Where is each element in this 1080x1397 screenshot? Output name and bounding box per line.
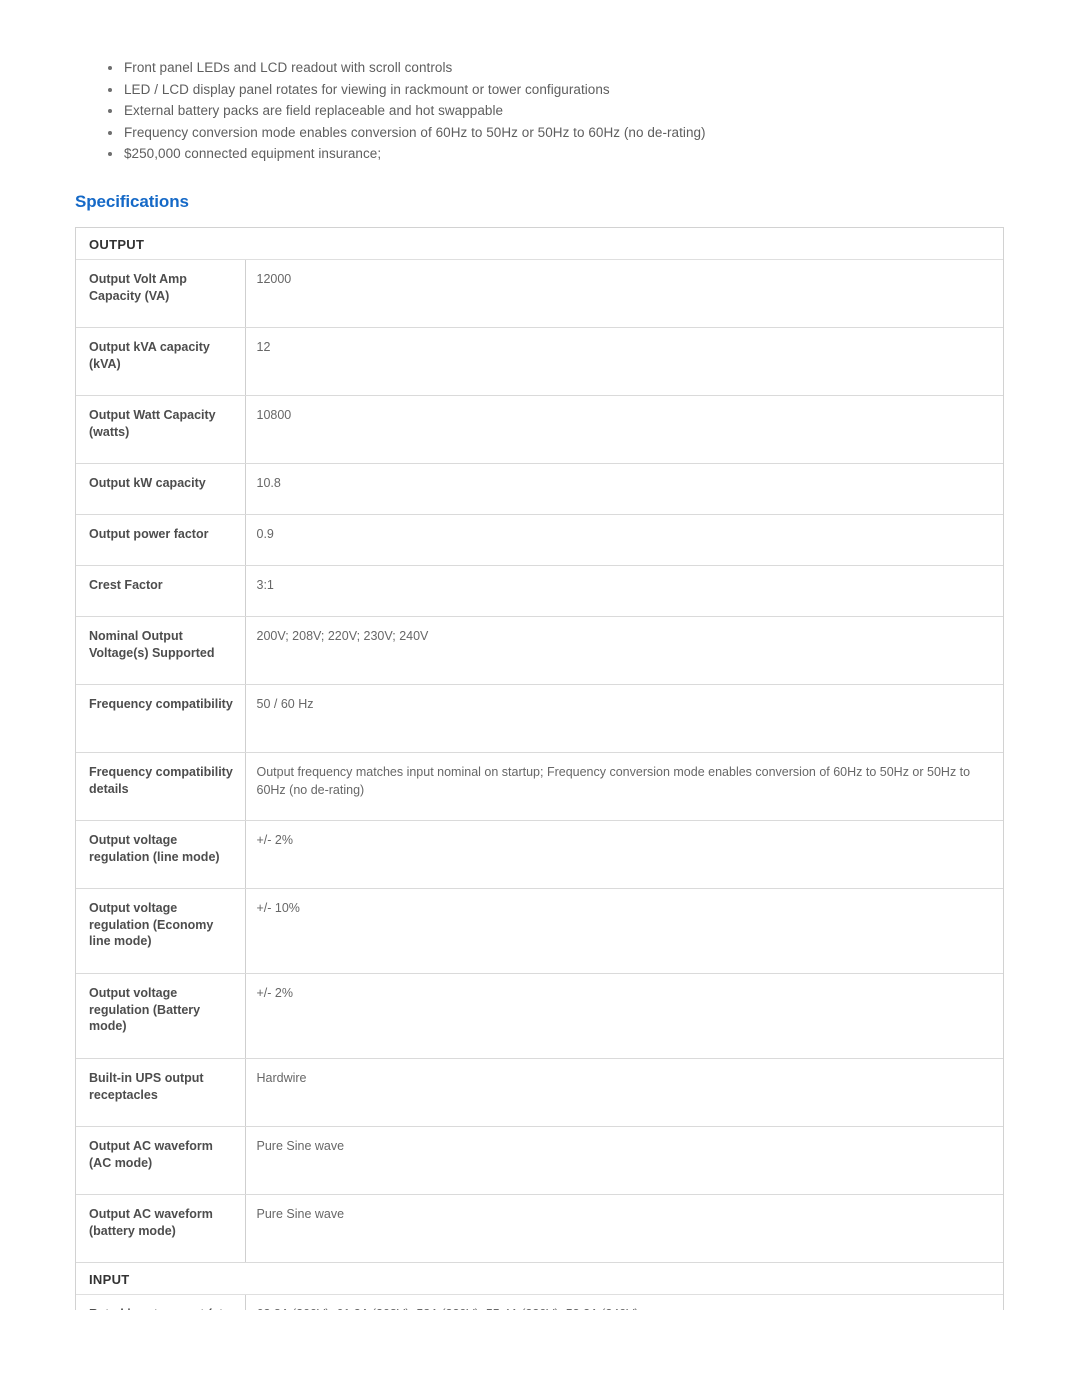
bullet-icon <box>108 152 112 157</box>
spec-label-cell: Output Volt Amp Capacity (VA) <box>76 259 246 328</box>
feature-item-label: Frequency conversion mode enables conver… <box>124 124 706 140</box>
spec-label-cell: Crest Factor <box>76 565 246 617</box>
spec-section-header-label: OUTPUT <box>76 228 1003 260</box>
table-row: Output AC waveform (AC mode) Pure Sine wa… <box>76 1126 1003 1195</box>
spec-label-cell: Output power factor <box>76 514 246 566</box>
spec-value-cell: 0.9 <box>245 514 1003 566</box>
table-row: Output power factor 0.9 <box>76 514 1003 566</box>
spec-value-cell: 200V; 208V; 220V; 230V; 240V <box>245 616 1003 685</box>
feature-bullet-list: Front panel LEDs and LCD readout with sc… <box>104 57 964 165</box>
spec-label-cell: Output voltage regulation (line mode) <box>76 820 246 889</box>
spec-value-cell: +/- 2% <box>245 820 1003 889</box>
table-row: Built-in UPS output receptacles Hardwire <box>76 1058 1003 1127</box>
spec-value-cell: Pure Sine wave <box>245 1194 1003 1263</box>
spec-value-cell: 50 / 60 Hz <box>245 684 1003 753</box>
page-title: Specifications <box>75 192 189 211</box>
spec-value-cell: Pure Sine wave <box>245 1126 1003 1195</box>
table-row: Crest Factor 3:1 <box>76 565 1003 617</box>
spec-value-cell: 3:1 <box>245 565 1003 617</box>
spec-value-cell: 10.8 <box>245 463 1003 515</box>
spec-value-cell: Hardwire <box>245 1058 1003 1127</box>
spec-value-cell: Output frequency matches input nominal o… <box>245 752 1003 821</box>
feature-item-label: $250,000 connected equipment insurance; <box>124 146 382 162</box>
spec-value-cell: 63.8A (200V), 61.2A (208V), 58A (220V), … <box>245 1294 1003 1310</box>
bullet-icon <box>108 87 112 92</box>
spec-label-cell: Output AC waveform (battery mode) <box>76 1194 246 1263</box>
spec-label-cell: Frequency compatibility <box>76 684 246 753</box>
document-page: Front panel LEDs and LCD readout with sc… <box>0 0 1080 1397</box>
spec-label-cell: Output Watt Capacity (watts) <box>76 395 246 464</box>
table-row: Output voltage regulation (Economy line … <box>76 888 1003 974</box>
table-row: Output AC waveform (battery mode) Pure Si… <box>76 1194 1003 1263</box>
spec-value-cell: 10800 <box>245 395 1003 464</box>
feature-item-label: LED / LCD display panel rotates for view… <box>124 81 610 97</box>
spec-label-cell: Rated input current (at maximum load) <box>76 1294 246 1310</box>
feature-item-label: Front panel LEDs and LCD readout with sc… <box>124 60 453 75</box>
bullet-icon <box>108 109 112 114</box>
table-row: Rated input current (at maximum load)63.… <box>76 1294 1003 1310</box>
spec-value-cell: 12000 <box>245 259 1003 328</box>
feature-item: Front panel LEDs and LCD readout with sc… <box>104 57 964 79</box>
spec-value-cell: 12 <box>245 327 1003 396</box>
feature-item-label: External battery packs are field replace… <box>124 103 504 119</box>
specifications-table-container: OUTPUT Output Volt Amp Capacity (VA) 12000… <box>75 227 1004 1310</box>
bullet-icon <box>108 66 112 70</box>
spec-value-cell: +/- 2% <box>245 973 1003 1059</box>
table-row: Output Watt Capacity (watts) 10800 <box>76 395 1003 464</box>
table-row: Frequency compatibility 50 / 60 Hz <box>76 684 1003 753</box>
feature-item: $250,000 connected equipment insurance; <box>104 143 964 165</box>
table-row: Output kVA capacity (kVA) 12 <box>76 327 1003 396</box>
spec-label-cell: Built-in UPS output receptacles <box>76 1058 246 1127</box>
spec-label-cell: Output kVA capacity (kVA) <box>76 327 246 396</box>
feature-item: Frequency conversion mode enables conver… <box>104 122 964 144</box>
spec-label-cell: Nominal Output Voltage(s) Supported <box>76 616 246 685</box>
spec-label-cell: Output kW capacity <box>76 463 246 515</box>
spec-section-header-row: INPUT <box>76 1262 1003 1295</box>
spec-value-cell: +/- 10% <box>245 888 1003 974</box>
spec-label-cell: Frequency compatibility details <box>76 752 246 821</box>
feature-item: LED / LCD display panel rotates for view… <box>104 79 964 101</box>
table-row: Output voltage regulation (Battery mode)… <box>76 973 1003 1059</box>
specifications-table: OUTPUT Output Volt Amp Capacity (VA) 12000… <box>76 228 1003 1310</box>
spec-label-cell: Output AC waveform (AC mode) <box>76 1126 246 1195</box>
table-row: Output Volt Amp Capacity (VA) 12000 <box>76 259 1003 328</box>
table-row: Output voltage regulation (line mode) +/-… <box>76 820 1003 889</box>
feature-item: External battery packs are field replace… <box>104 100 964 122</box>
table-row: Output kW capacity 10.8 <box>76 463 1003 515</box>
spec-section-header-row: OUTPUT <box>76 228 1003 260</box>
table-row: Nominal Output Voltage(s) Supported 200V;… <box>76 616 1003 685</box>
table-row: Frequency compatibility details Output fr… <box>76 752 1003 821</box>
bullet-icon <box>108 130 112 135</box>
spec-label-cell: Output voltage regulation (Battery mode) <box>76 973 246 1059</box>
spec-label-cell: Output voltage regulation (Economy line … <box>76 888 246 974</box>
spec-section-header-label: INPUT <box>76 1262 1003 1295</box>
